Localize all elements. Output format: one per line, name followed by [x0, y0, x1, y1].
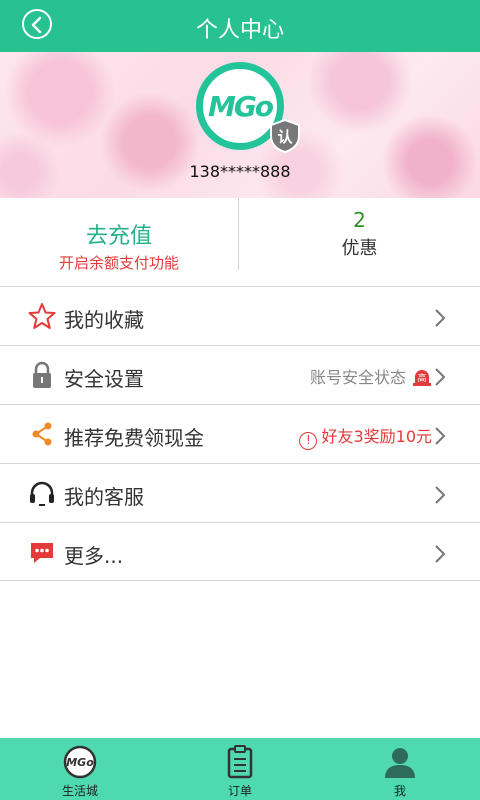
menu-item-label: 更多... — [64, 544, 124, 568]
menu-item-favorites[interactable]: 我的收藏 — [0, 286, 480, 345]
menu-list: 我的收藏 安全设置 账号安全状态 高 推荐免费领现金 ! 好友3奖励10元 我的客… — [0, 286, 480, 581]
chevron-right-icon — [435, 486, 446, 504]
verify-badge-label: 认 — [277, 128, 293, 146]
lock-icon — [33, 361, 51, 388]
menu-item-referral[interactable]: 推荐免费领现金 ! 好友3奖励10元 — [0, 404, 480, 463]
nav-tab-label: 生活城 — [61, 784, 98, 798]
page-title: 个人中心 — [195, 18, 284, 43]
security-status-text: 账号安全状态 — [309, 368, 406, 387]
bottom-nav: MGo 生活城 订单 我 — [0, 738, 480, 800]
recharge-title: 去充值 — [85, 224, 152, 249]
nav-tab-me[interactable]: 我 — [320, 738, 480, 800]
exclamation-circle-icon: ! — [299, 432, 318, 450]
logo-icon: MGo — [63, 745, 97, 779]
top-bar: 个人中心 — [0, 0, 480, 52]
recharge-subtitle: 开启余额支付功能 — [58, 254, 179, 272]
chevron-right-icon — [435, 309, 446, 327]
phone-number: 138*****888 — [189, 162, 291, 181]
star-icon — [28, 303, 56, 329]
menu-item-label: 我的收藏 — [64, 308, 144, 332]
account-stats: 去充值 开启余额支付功能 2 优惠 — [0, 198, 480, 284]
logo-icon-text: MGo — [66, 756, 94, 769]
recharge-button[interactable]: 去充值 开启余额支付功能 — [0, 198, 238, 284]
referral-reward-text: 好友3奖励10元 — [321, 427, 432, 446]
security-status: 账号安全状态 高 — [310, 364, 432, 388]
security-level-label: 高 — [417, 374, 427, 384]
nav-tab-life-city[interactable]: MGo 生活城 — [0, 738, 160, 800]
menu-item-support[interactable]: 我的客服 — [0, 463, 480, 522]
nav-tab-label: 我 — [393, 784, 406, 798]
coupon-label: 优惠 — [341, 238, 378, 259]
menu-item-label: 推荐免费领现金 — [64, 426, 204, 450]
menu-item-label: 我的客服 — [64, 485, 144, 509]
verify-badge: 认 — [268, 118, 302, 154]
nav-tab-label: 订单 — [227, 784, 252, 798]
chat-bubble-icon — [31, 543, 53, 563]
chevron-right-icon — [435, 427, 446, 445]
coupon-count: 2 — [353, 208, 366, 232]
chevron-right-icon — [435, 368, 446, 386]
nav-tab-orders[interactable]: 订单 — [160, 738, 320, 800]
headset-icon — [30, 481, 54, 506]
coupons-button[interactable]: 2 优惠 — [239, 198, 480, 284]
person-icon — [385, 748, 415, 778]
menu-item-label: 安全设置 — [64, 367, 144, 391]
clipboard-icon — [227, 745, 253, 779]
menu-item-security[interactable]: 安全设置 账号安全状态 高 — [0, 345, 480, 404]
referral-reward: ! 好友3奖励10元 — [299, 423, 432, 450]
security-level-badge: 高 — [412, 368, 432, 386]
menu-item-more[interactable]: 更多... — [0, 522, 480, 581]
avatar-logo: MGo — [207, 89, 274, 123]
chevron-right-icon — [435, 545, 446, 563]
profile-banner: MGo 认 138*****888 — [0, 52, 480, 198]
share-icon — [32, 422, 52, 446]
